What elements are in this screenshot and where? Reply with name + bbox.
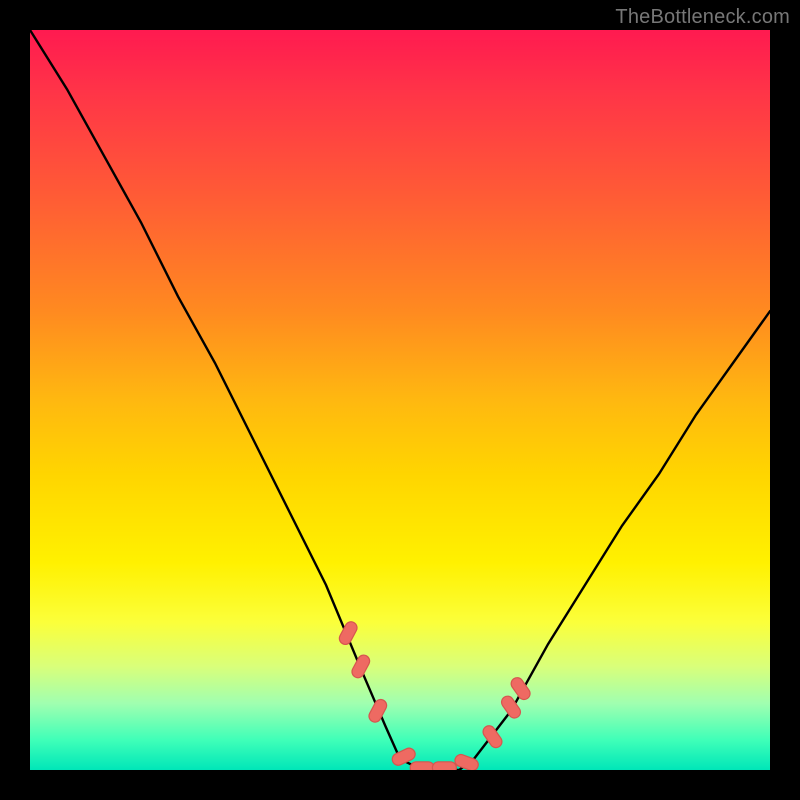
bottleneck-curve — [30, 30, 770, 770]
marker-layer — [337, 620, 532, 770]
plot-area — [30, 30, 770, 770]
marker-left-lower — [367, 697, 389, 724]
marker-left-upper-1 — [337, 620, 359, 647]
attribution-text: TheBottleneck.com — [615, 6, 790, 29]
marker-floor-3 — [432, 762, 456, 770]
chart-svg — [30, 30, 770, 770]
marker-floor-2 — [410, 762, 434, 770]
chart-frame: TheBottleneck.com — [0, 0, 800, 800]
marker-left-upper-2 — [350, 653, 372, 680]
